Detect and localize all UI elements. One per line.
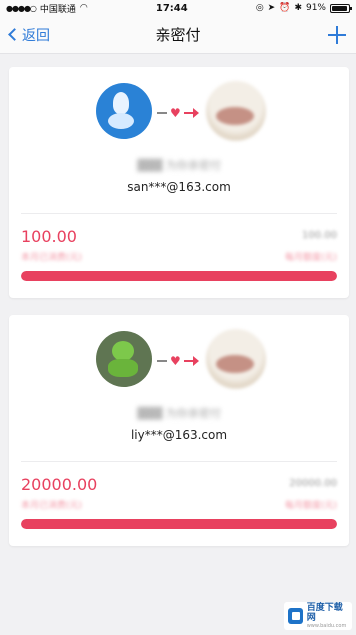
- orientation-lock-icon: ◎: [255, 3, 264, 13]
- heart-icon: ♥: [170, 354, 181, 368]
- site-watermark: 百度下载网 www.baidu.com: [284, 602, 352, 630]
- green-avatar-icon: [96, 331, 152, 387]
- back-label: 返回: [22, 27, 50, 44]
- limit-label: 每月额度(元): [284, 253, 337, 263]
- watermark-logo-icon: [288, 608, 303, 624]
- watermark-sub: www.baidu.com: [306, 623, 347, 629]
- status-left: ●●●●○ 中国联通 ◠: [6, 2, 88, 15]
- friend-email: san***@163.com: [127, 180, 231, 194]
- arrow-right-icon: [193, 108, 199, 118]
- friend-email: liy***@163.com: [130, 428, 228, 442]
- divider: [21, 213, 337, 214]
- friend-name: ▓▓▓ 为你亲密付: [137, 407, 221, 420]
- divider: [21, 461, 337, 462]
- limit-amount: 20000.00: [289, 478, 337, 489]
- watermark-text-block: 百度下载网 www.baidu.com: [307, 603, 348, 629]
- status-time: 17:44: [155, 2, 188, 14]
- back-button[interactable]: 返回: [8, 25, 50, 45]
- intimate-pay-card[interactable]: ♥ ▓▓▓ 为你亲密付 liy***@163.com 20000.00 本月已消…: [9, 315, 349, 546]
- arrow-right-icon: [193, 356, 199, 366]
- navigation-bar: 返回 亲密付: [0, 16, 356, 54]
- progress-fill: [21, 271, 337, 281]
- blue-avatar-icon: [96, 83, 152, 139]
- status-bar: ●●●●○ 中国联通 ◠ 17:44 ◎ ➤ ⏰ ✱ 91%: [0, 0, 356, 16]
- limit-amount: 100.00: [302, 230, 337, 241]
- friend-name: ▓▓▓ 为你亲密付: [137, 159, 221, 172]
- wifi-icon: ◠: [79, 3, 88, 13]
- spent-label: 本月已消费(元): [21, 501, 83, 511]
- battery-icon: [330, 3, 352, 13]
- link-line-left: [157, 360, 167, 362]
- spent-amount: 100.00: [21, 227, 77, 246]
- link-line-left: [157, 112, 167, 114]
- plus-icon[interactable]: [328, 25, 346, 44]
- intimate-pay-card[interactable]: ♥ ▓▓▓ 为你亲密付 san***@163.com 100.00 本月已消费(…: [9, 67, 349, 298]
- heart-icon: ♥: [170, 106, 181, 120]
- heart-link-icon: ♥: [157, 107, 201, 119]
- signal-dots-icon: ●●●●○: [6, 3, 37, 13]
- battery-fill: [332, 5, 347, 11]
- usage-progress-bar: [21, 271, 337, 281]
- user-avatar: [206, 81, 266, 141]
- watermark-text: 百度下载网: [306, 603, 343, 623]
- progress-fill: [21, 519, 337, 529]
- user-avatar: [206, 329, 266, 389]
- heart-link-icon: ♥: [157, 355, 201, 367]
- alarm-icon: ⏰: [279, 3, 291, 13]
- carrier-label: 中国联通: [39, 4, 76, 15]
- bluetooth-icon: ✱: [294, 3, 302, 13]
- page-title: 亲密付: [155, 26, 201, 44]
- limit-label: 每月额度(元): [284, 501, 337, 511]
- status-right: ◎ ➤ ⏰ ✱ 91%: [255, 3, 352, 13]
- location-icon: ➤: [267, 3, 276, 13]
- spent-amount: 20000.00: [21, 475, 98, 494]
- chevron-left-icon: [8, 28, 21, 41]
- spent-label: 本月已消费(元): [21, 253, 83, 263]
- battery-percent: 91%: [305, 3, 326, 13]
- usage-progress-bar: [21, 519, 337, 529]
